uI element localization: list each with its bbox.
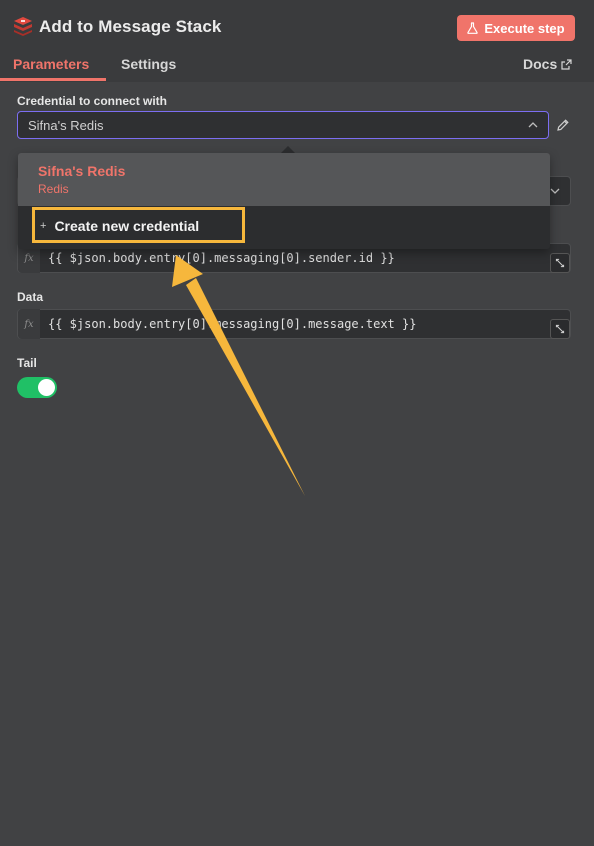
annotation-arrow — [172, 255, 305, 496]
